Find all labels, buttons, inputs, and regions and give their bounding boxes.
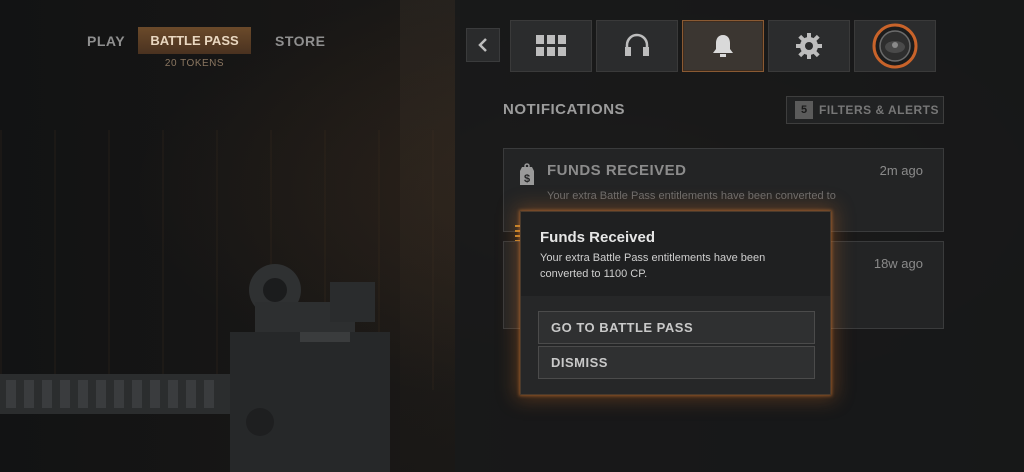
go-to-battle-pass-button[interactable]: GO TO BATTLE PASS <box>538 311 815 344</box>
profile-emblem-icon <box>872 23 918 69</box>
back-chevron-icon <box>478 38 487 52</box>
dollar-tag-icon: $ <box>520 163 534 185</box>
notification-time: 18w ago <box>873 256 923 271</box>
weapon-preview <box>0 264 390 472</box>
notification-time: 2m ago <box>879 163 923 178</box>
filters-alerts-button[interactable]: 5 FILTERS & ALERTS <box>786 96 944 124</box>
headset-icon <box>625 33 649 56</box>
filters-count-badge: 5 <box>795 101 813 119</box>
funds-received-dialog: Funds Received Your extra Battle Pass en… <box>520 211 831 395</box>
notification-title: FUNDS RECEIVED <box>547 162 687 179</box>
tab-settings[interactable] <box>768 20 850 72</box>
notifications-title: NOTIFICATIONS <box>503 101 626 118</box>
tab-profile[interactable] <box>854 20 936 72</box>
gear-icon <box>796 33 822 59</box>
bell-icon <box>713 35 733 57</box>
dialog-message: Your extra Battle Pass entitlements have… <box>540 252 766 280</box>
dismiss-button[interactable]: DISMISS <box>538 346 815 379</box>
nav-play[interactable]: PLAY <box>87 33 125 49</box>
dialog-header: Funds Received Your extra Battle Pass en… <box>521 212 830 296</box>
top-navigation: PLAY BATTLE PASS 20 TOKENS STORE <box>0 0 455 90</box>
tab-notifications[interactable] <box>682 20 764 72</box>
nav-battle-pass-group[interactable]: BATTLE PASS 20 TOKENS <box>138 27 251 80</box>
notification-body: Your extra Battle Pass entitlements have… <box>547 190 836 202</box>
tab-headset[interactable] <box>596 20 678 72</box>
dialog-title: Funds Received <box>540 229 656 246</box>
battle-pass-tokens: 20 TOKENS <box>164 58 225 69</box>
back-button[interactable] <box>466 28 500 62</box>
grid-icon <box>536 35 566 56</box>
svg-text:$: $ <box>524 173 530 185</box>
nav-battle-pass[interactable]: BATTLE PASS <box>138 27 251 54</box>
filters-alerts-label: FILTERS & ALERTS <box>819 103 939 117</box>
tab-grid[interactable] <box>510 20 592 72</box>
nav-store[interactable]: STORE <box>275 33 325 49</box>
